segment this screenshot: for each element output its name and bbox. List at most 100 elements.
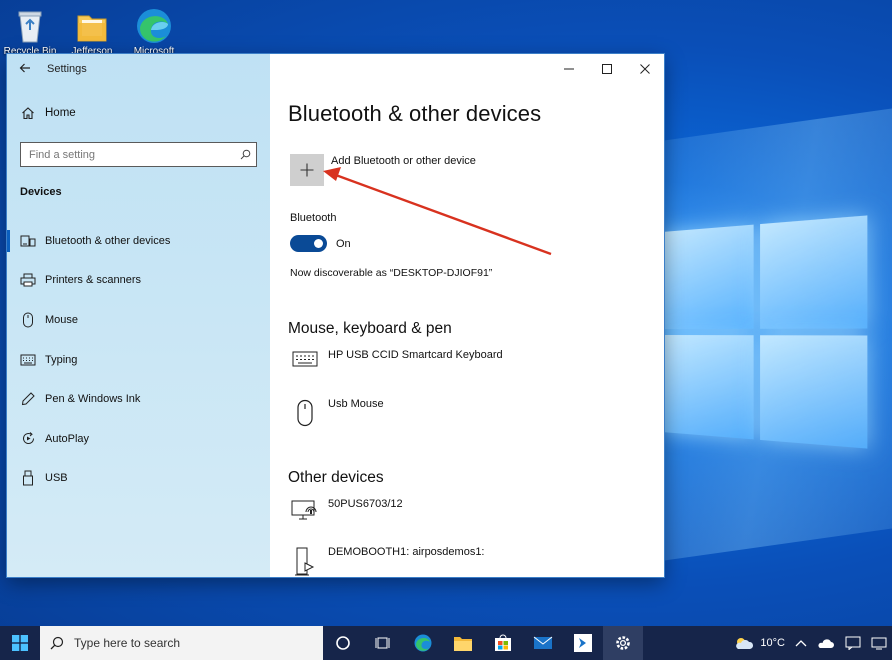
bluetooth-devices-icon — [19, 234, 37, 248]
taskbar-mail[interactable] — [523, 626, 563, 660]
sidebar-item-label: Printers & scanners — [45, 274, 141, 287]
windows-logo-wallpaper — [662, 215, 868, 449]
sidebar-item-label: Pen & Windows Ink — [45, 393, 141, 406]
device-item[interactable]: Usb Mouse — [290, 397, 384, 427]
sidebar-item-label: USB — [45, 472, 68, 485]
autoplay-icon — [19, 431, 37, 446]
maximize-icon — [602, 64, 612, 74]
network-tray[interactable] — [866, 626, 892, 660]
sidebar-item-typing[interactable]: Typing — [7, 340, 270, 380]
cloud-icon — [818, 639, 834, 648]
sidebar-item-label: Mouse — [45, 313, 79, 326]
system-tray: 10°C — [729, 626, 892, 660]
settings-sidebar: Settings Home Devices Bluetooth & other … — [7, 54, 270, 577]
page-title: Bluetooth & other devices — [288, 101, 542, 126]
taskbar-edge[interactable] — [403, 626, 443, 660]
sidebar-item-usb[interactable]: USB — [7, 459, 270, 499]
folder-icon — [72, 6, 112, 46]
edge-icon — [414, 634, 432, 652]
network-icon — [871, 637, 887, 650]
task-view-icon — [375, 637, 390, 649]
section-heading-mouse-keyboard-pen: Mouse, keyboard & pen — [288, 320, 452, 337]
sidebar-item-autoplay[interactable]: AutoPlay — [7, 419, 270, 459]
taskbar-settings[interactable] — [603, 626, 643, 660]
device-name: HP USB CCID Smartcard Keyboard — [328, 349, 503, 361]
taskbar: Type here to search 10°C — [0, 626, 892, 660]
taskbar-store[interactable] — [483, 626, 523, 660]
media-device-icon — [290, 545, 320, 576]
device-item[interactable]: 50PUS6703/12 — [290, 497, 403, 527]
discoverable-status: Now discoverable as “DESKTOP-DJIOF91” — [290, 267, 493, 279]
chevron-up-icon — [795, 640, 807, 647]
weather-cloud-icon — [736, 638, 754, 649]
bluetooth-toggle[interactable] — [290, 235, 327, 252]
device-item[interactable]: DEMOBOOTH1: airposdemos1: — [290, 545, 485, 576]
add-device-label[interactable]: Add Bluetooth or other device — [331, 155, 476, 167]
show-hidden-icons-button[interactable] — [790, 626, 812, 660]
settings-content: Bluetooth & other devices Add Bluetooth … — [270, 54, 664, 577]
remote-app-icon — [574, 634, 592, 652]
sidebar-item-bluetooth[interactable]: Bluetooth & other devices — [7, 221, 270, 261]
sidebar-item-printers[interactable]: Printers & scanners — [7, 261, 270, 301]
store-icon — [495, 634, 511, 651]
action-center-tray[interactable] — [840, 626, 866, 660]
message-icon — [845, 636, 861, 650]
bluetooth-label: Bluetooth — [290, 212, 337, 224]
device-name: DEMOBOOTH1: airposdemos1: — [328, 546, 485, 558]
minimize-button[interactable] — [550, 54, 588, 84]
display-wireless-icon — [290, 497, 320, 527]
sidebar-item-label: Bluetooth & other devices — [45, 234, 171, 247]
cortana-button[interactable] — [323, 626, 363, 660]
search-icon — [50, 636, 64, 650]
sidebar-item-label: Typing — [45, 353, 78, 366]
edge-icon — [134, 6, 174, 46]
cortana-icon — [336, 636, 350, 650]
plus-icon — [300, 163, 314, 177]
device-name: 50PUS6703/12 — [328, 498, 403, 510]
mail-icon — [533, 636, 553, 649]
folder-icon — [454, 637, 472, 651]
mouse-icon — [19, 312, 37, 328]
window-controls — [550, 54, 664, 84]
section-heading-other-devices: Other devices — [288, 469, 384, 486]
sidebar-item-label: Home — [45, 107, 76, 119]
taskbar-search-box[interactable]: Type here to search — [40, 626, 323, 660]
printer-icon — [19, 273, 37, 287]
desktop-icon-folder[interactable]: Jefferson — [62, 4, 122, 58]
title-bar: Settings — [7, 54, 270, 84]
weather-widget[interactable]: 10°C — [729, 626, 790, 660]
bluetooth-toggle-state: On — [336, 238, 351, 250]
onedrive-tray[interactable] — [812, 626, 840, 660]
keyboard-icon — [290, 348, 320, 378]
recycle-bin-icon — [10, 6, 50, 46]
sidebar-item-mouse[interactable]: Mouse — [7, 300, 270, 340]
sidebar-item-pen[interactable]: Pen & Windows Ink — [7, 379, 270, 419]
sidebar-item-label: AutoPlay — [45, 432, 90, 445]
desktop-icon-edge[interactable]: Microsoft — [124, 4, 184, 58]
taskbar-file-explorer[interactable] — [443, 626, 483, 660]
settings-search-box[interactable] — [20, 142, 257, 167]
search-icon[interactable] — [234, 149, 256, 160]
taskbar-remote-app[interactable] — [563, 626, 603, 660]
close-button[interactable] — [626, 54, 664, 84]
settings-search-input[interactable] — [21, 143, 234, 166]
back-button[interactable] — [7, 54, 43, 84]
arrow-left-icon — [19, 61, 31, 78]
pen-icon — [19, 392, 37, 406]
sidebar-section-heading: Devices — [20, 186, 62, 198]
settings-window: Settings Home Devices Bluetooth & other … — [7, 54, 664, 577]
task-view-button[interactable] — [363, 626, 403, 660]
taskbar-search-placeholder: Type here to search — [74, 636, 181, 650]
close-icon — [640, 64, 650, 74]
maximize-button[interactable] — [588, 54, 626, 84]
keyboard-icon — [19, 354, 37, 366]
usb-icon — [19, 470, 37, 486]
desktop-icon-recycle-bin[interactable]: Recycle Bin — [0, 4, 60, 58]
start-button[interactable] — [0, 626, 40, 660]
sidebar-item-home[interactable]: Home — [19, 106, 76, 120]
device-item[interactable]: HP USB CCID Smartcard Keyboard — [290, 348, 503, 378]
weather-temperature: 10°C — [760, 637, 785, 649]
sidebar-nav: Bluetooth & other devices Printers & sca… — [7, 221, 270, 498]
add-device-button[interactable] — [290, 154, 324, 186]
mouse-icon — [290, 397, 320, 427]
